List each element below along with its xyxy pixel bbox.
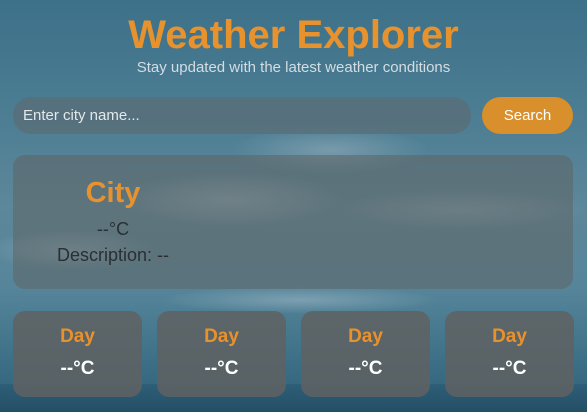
forecast-temperature: --°C xyxy=(492,358,527,379)
city-name: City xyxy=(85,177,141,209)
city-search-input[interactable] xyxy=(13,97,471,134)
forecast-card: Day --°C xyxy=(445,311,574,397)
current-weather-card: City --°C Description: -- xyxy=(13,155,573,289)
page-subtitle: Stay updated with the latest weather con… xyxy=(136,59,451,76)
page-title: Weather Explorer xyxy=(128,13,459,57)
search-button[interactable]: Search xyxy=(482,97,573,134)
forecast-day: Day xyxy=(60,326,95,347)
forecast-card: Day --°C xyxy=(13,311,142,397)
forecast-day: Day xyxy=(204,326,239,347)
forecast-card: Day --°C xyxy=(301,311,430,397)
weather-description: Description: -- xyxy=(56,245,170,265)
forecast-card: Day --°C xyxy=(157,311,286,397)
current-temperature: --°C xyxy=(96,219,130,239)
forecast-temperature: --°C xyxy=(348,358,383,379)
weather-app: Weather Explorer Stay updated with the l… xyxy=(0,0,587,412)
forecast-day: Day xyxy=(492,326,527,347)
forecast-day: Day xyxy=(348,326,383,347)
forecast-temperature: --°C xyxy=(60,358,95,379)
forecast-temperature: --°C xyxy=(204,358,239,379)
